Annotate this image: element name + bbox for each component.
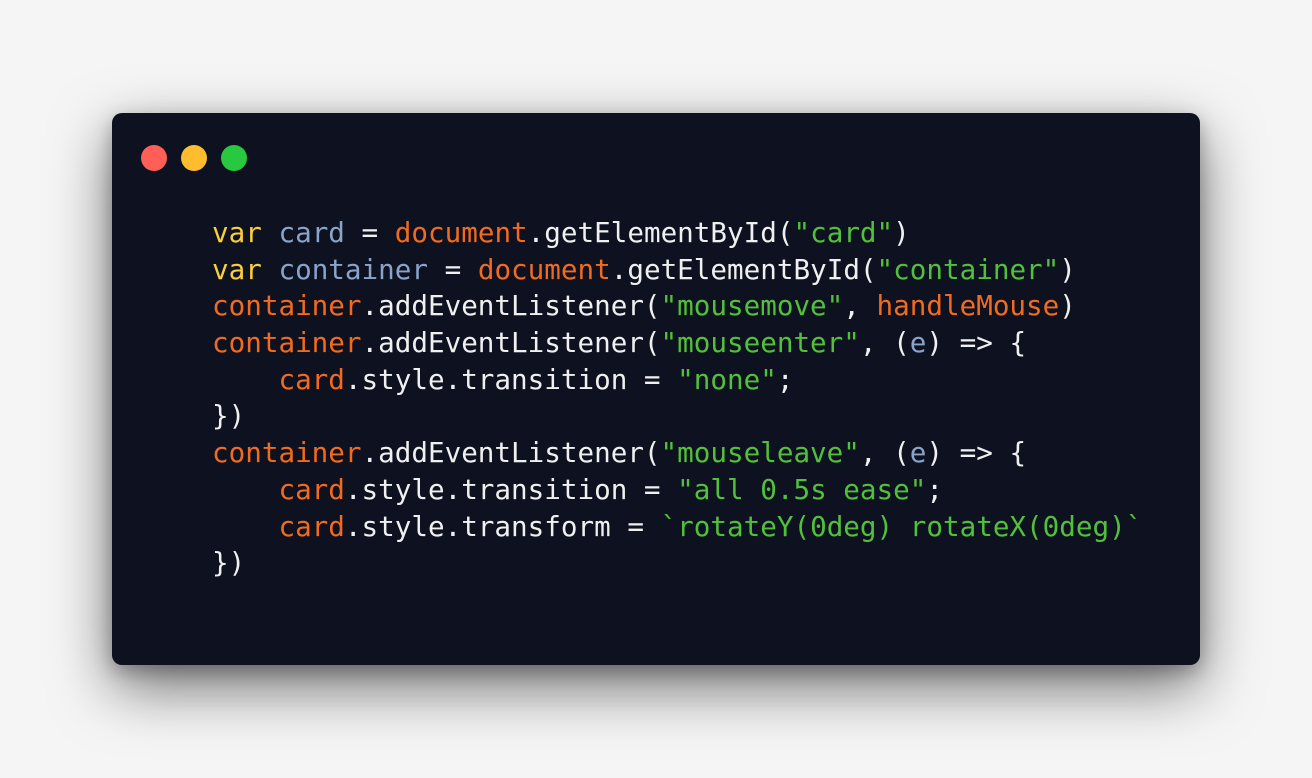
maximize-dot-icon[interactable] [221,145,247,171]
code-token: ) => { [926,436,1027,470]
code-token: "mouseenter" [660,326,860,360]
code-token: handleMouse [876,289,1060,323]
code-line: card.style.transition = "none"; [212,362,1142,399]
minimize-dot-icon[interactable] [181,145,207,171]
code-token: "mouseleave" [660,436,860,470]
code-token: card [278,472,345,506]
code-token: "none" [677,362,777,396]
code-token: , [843,289,877,323]
code-line: container.addEventListener("mousemove", … [212,288,1142,325]
code-line: container.addEventListener("mouseleave",… [212,435,1142,472]
code-token: ) [1059,252,1076,286]
code-token: "container" [876,252,1060,286]
code-window: var card = document.getElementById("card… [112,113,1200,665]
code-token: ) [893,216,910,249]
close-dot-icon[interactable] [141,145,167,171]
code-token: , ( [859,436,910,470]
code-token: .addEventListener( [361,326,661,360]
code-token: var [212,216,262,249]
code-token: document [394,216,528,249]
code-token: var [212,252,262,286]
code-token: .addEventListener( [361,289,661,323]
code-token: .getElementById( [527,216,794,249]
code-token: "card" [793,216,894,249]
code-token: .style.transform = [344,509,661,543]
code-block: var card = document.getElementById("card… [212,215,1142,582]
code-token: "mousemove" [660,289,844,323]
code-token: , ( [859,326,910,360]
code-token: card [278,509,345,543]
code-token: ; [776,362,794,396]
code-token: = [344,216,395,249]
code-token: e [909,326,927,360]
code-token: container [212,326,362,360]
code-token: e [909,436,927,470]
code-token: container [278,252,428,286]
code-line: var container = document.getElementById(… [212,252,1142,289]
code-line: card.style.transition = "all 0.5s ease"; [212,472,1142,509]
window-controls [141,145,247,171]
code-token: .addEventListener( [361,436,661,470]
code-token: .style.transition = [344,362,678,396]
code-line: card.style.transform = `rotateY(0deg) ro… [212,509,1142,546]
code-token: container [212,436,362,470]
code-token: card [278,216,345,249]
code-token: = [427,252,478,286]
code-line: }) [212,545,1142,582]
code-token: `rotateY(0deg) rotateX(0deg)` [660,509,1143,543]
code-token: ) => { [926,326,1027,360]
code-token: }) [212,546,246,580]
code-token: container [212,289,362,323]
code-token: ; [926,472,943,506]
code-token: ) [1059,289,1076,323]
code-line: container.addEventListener("mouseenter",… [212,325,1142,362]
code-token: card [278,362,345,396]
code-line: }) [212,398,1142,435]
code-token: document [477,252,611,286]
code-token: }) [212,399,246,433]
code-token: "all 0.5s ease" [677,472,927,506]
code-token: .style.transition = [344,472,678,506]
code-token: .getElementById( [610,252,877,286]
code-line: var card = document.getElementById("card… [212,215,1142,252]
